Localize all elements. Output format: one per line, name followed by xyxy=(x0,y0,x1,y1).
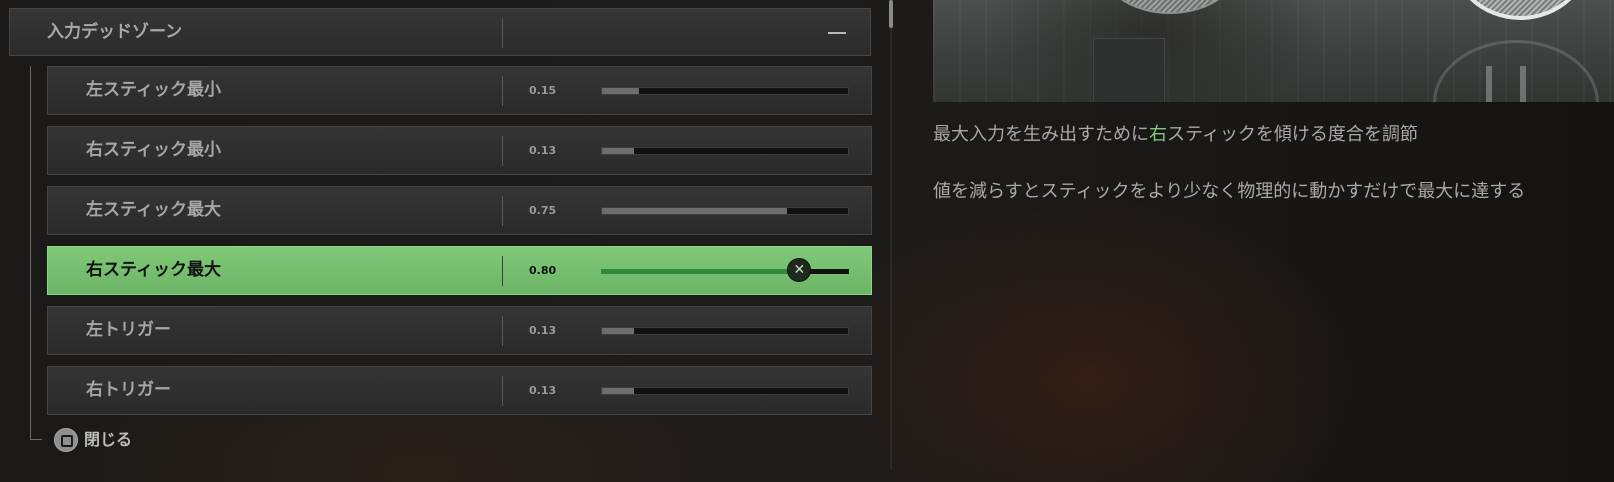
slider-track[interactable] xyxy=(601,87,849,95)
setting-value: 0.13 xyxy=(529,144,557,157)
description-line-1: 最大入力を生み出すために右スティックを傾ける度合を調節 xyxy=(933,124,1603,146)
column-divider xyxy=(502,196,503,226)
setting-description: 最大入力を生み出すために右スティックを傾ける度合を調節 値を減らすとスティックを… xyxy=(933,124,1603,203)
description-line-2: 値を減らすとスティックをより少なく物理的に動かすだけで最大に達する xyxy=(933,181,1526,202)
setting-row-right-stick-min[interactable]: 右スティック最小 0.13 xyxy=(47,126,872,175)
setting-value: 0.13 xyxy=(529,384,557,397)
description-text: スティックを傾ける度合を調節 xyxy=(1167,124,1418,145)
slider-fill xyxy=(602,388,634,394)
slider-fill xyxy=(602,208,787,214)
column-divider xyxy=(502,18,503,48)
setting-label: 右スティック最小 xyxy=(86,140,221,160)
setting-value: 0.13 xyxy=(529,324,557,337)
setting-value: 0.15 xyxy=(529,84,557,97)
scrollbar-thumb[interactable] xyxy=(889,0,893,28)
column-divider xyxy=(502,76,503,106)
preview-door xyxy=(1093,38,1165,102)
minus-icon[interactable] xyxy=(828,32,846,34)
column-divider xyxy=(502,376,503,406)
setting-label: 右トリガー xyxy=(86,380,171,400)
slider-fill xyxy=(602,148,634,154)
description-highlight: 右 xyxy=(1149,124,1167,145)
tree-connector-vertical xyxy=(30,66,31,439)
setting-label: 左スティック最大 xyxy=(86,200,221,220)
slider-track[interactable] xyxy=(601,327,849,335)
setting-label: 左スティック最小 xyxy=(86,80,221,100)
setting-value: 0.75 xyxy=(529,204,557,217)
setting-row-left-stick-min[interactable]: 左スティック最小 0.15 xyxy=(47,66,872,115)
setting-row-right-stick-max[interactable]: 右スティック最大 0.80 ✕ xyxy=(47,246,872,295)
slider-knob-x-icon[interactable]: ✕ xyxy=(787,258,812,282)
column-divider xyxy=(502,136,503,166)
setting-row-left-stick-max[interactable]: 左スティック最大 0.75 xyxy=(47,186,872,235)
slider-track[interactable] xyxy=(601,387,849,395)
slider-track[interactable] xyxy=(601,147,849,155)
preview-glyph xyxy=(1486,66,1526,102)
slider-track[interactable] xyxy=(601,269,849,274)
slider-fill xyxy=(601,269,800,274)
setting-label: 右スティック最大 xyxy=(86,260,221,280)
description-text: 最大入力を生み出すために xyxy=(933,124,1149,145)
setting-value: 0.80 xyxy=(529,264,557,277)
dead-zone-settings-screen: 入力デッドゾーン 左スティック最小 0.15 右スティック最小 0.13 左ステ… xyxy=(0,0,1614,482)
group-title: 入力デッドゾーン xyxy=(47,22,183,42)
tree-connector-horizontal xyxy=(30,439,42,440)
column-divider xyxy=(502,256,503,286)
setting-label: 左トリガー xyxy=(86,320,171,340)
close-label: 閉じる xyxy=(84,430,133,449)
setting-row-right-trigger[interactable]: 右トリガー 0.13 xyxy=(47,366,872,415)
slider-track[interactable] xyxy=(601,207,849,215)
column-divider xyxy=(502,316,503,346)
square-button-icon xyxy=(54,428,78,452)
setting-row-left-trigger[interactable]: 左トリガー 0.13 xyxy=(47,306,872,355)
scrollbar-track[interactable] xyxy=(890,0,892,470)
slider-fill xyxy=(602,88,639,94)
slider-fill xyxy=(602,328,634,334)
group-header-input-dead-zone[interactable]: 入力デッドゾーン xyxy=(9,8,871,56)
controller-preview-image xyxy=(933,0,1614,102)
